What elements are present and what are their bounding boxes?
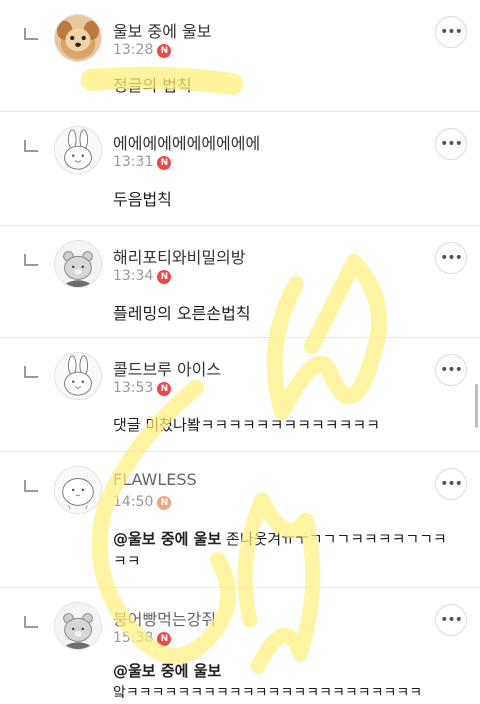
comment-item: 울보 중에 울보 13:28 N 정글의 법칙 ••• [0, 0, 480, 112]
new-badge: N [157, 270, 172, 284]
reply-arrow-icon [24, 140, 38, 152]
comment-time: 15:38 [113, 630, 154, 646]
avatar[interactable] [54, 240, 102, 288]
new-badge: N [157, 496, 172, 510]
avatar[interactable] [54, 466, 102, 514]
avatar[interactable] [54, 352, 102, 400]
comment-item: 붕어빵먹는강쥐 15:38 N @울보 중에 울보 앜ㅋㅋㅋㅋㅋㅋㅋㅋㅋㅋㅋㅋㅋㅋ… [0, 588, 480, 704]
comment-text-line2: 앜ㅋㅋㅋㅋㅋㅋㅋㅋㅋㅋㅋㅋㅋㅋㅋㅋㅋㅋㅋㅋㅋㅋㅋ [113, 685, 423, 701]
puppy-photo-icon [55, 15, 101, 61]
reply-arrow-icon [24, 254, 38, 266]
avatar[interactable] [54, 602, 102, 650]
comment-author[interactable]: 해리포티와비밀의방 [113, 244, 245, 268]
more-options-button[interactable]: ••• [435, 128, 467, 160]
comment-meta: 13:31 N [113, 154, 172, 170]
comment-text-line2: ㅋㅋ [113, 552, 141, 570]
comment-meta: 14:50 N [113, 494, 172, 510]
comment-author[interactable]: 붕어빵먹는강쥐 [113, 606, 216, 630]
comment-item: 콜드브루 아이스 13:53 N 댓글 미쳤나봨ㅋㅋㅋㅋㅋㅋㅋㅋㅋㅋㅋㅋㅋ ••• [0, 338, 480, 452]
mention-link[interactable]: @울보 중에 울보 [113, 662, 221, 680]
comment-time: 13:34 [113, 268, 154, 284]
blob-default-icon [55, 467, 101, 513]
comment-author[interactable]: 콜드브루 아이스 [113, 356, 221, 380]
comment-text: 플레밍의 오른손법칙 [113, 304, 251, 323]
comment-meta: 13:28 N [113, 42, 172, 58]
mention-link[interactable]: @울보 중에 울보 [113, 530, 221, 548]
reply-arrow-icon [24, 366, 38, 378]
avatar[interactable] [54, 14, 102, 62]
avatar[interactable] [54, 126, 102, 174]
more-options-button[interactable]: ••• [435, 468, 467, 500]
more-options-button[interactable]: ••• [435, 16, 467, 48]
comment-item: 해리포티와비밀의방 13:34 N 플레밍의 오른손법칙 ••• [0, 226, 480, 338]
new-badge: N [157, 632, 172, 646]
comment-time: 13:28 [113, 42, 154, 58]
comment-text: @울보 중에 울보 존나웃겨ㅠㅜㄱㄱㄱㅋㅋㅋㅋㄱㄱㅋ [113, 528, 447, 549]
comment-meta: 15:38 N [113, 630, 172, 646]
new-badge: N [157, 156, 172, 170]
comment-text: 댓글 미쳤나봨ㅋㅋㅋㅋㅋㅋㅋㅋㅋㅋㅋㅋㅋ [113, 416, 380, 434]
comment-author[interactable]: 에에에에에에에에에에 [113, 130, 260, 154]
reply-arrow-icon [24, 616, 38, 628]
comment-meta: 13:34 N [113, 268, 172, 284]
bear-default-icon [55, 241, 101, 287]
reply-arrow-icon [24, 28, 38, 40]
comment-meta: 13:53 N [113, 380, 172, 396]
comment-text: 정글의 법칙 [113, 76, 192, 95]
more-options-button[interactable]: ••• [435, 242, 467, 274]
more-options-button[interactable]: ••• [435, 354, 467, 386]
comment-text: @울보 중에 울보 [113, 660, 221, 681]
comment-time: 13:53 [113, 380, 154, 396]
comment-item: FLAWLESS 14:50 N @울보 중에 울보 존나웃겨ㅠㅜㄱㄱㄱㅋㅋㅋㅋㄱ… [0, 452, 480, 588]
reply-arrow-icon [24, 480, 38, 492]
new-badge: N [157, 382, 172, 396]
comment-time: 14:50 [113, 494, 154, 510]
new-badge: N [157, 44, 172, 58]
comment-time: 13:31 [113, 154, 154, 170]
rabbit-default-icon [55, 353, 101, 399]
comment-text: 두음법칙 [113, 190, 172, 209]
comment-text-line1: 존나웃겨ㅠㅜㄱㄱㄱㅋㅋㅋㅋㄱㄱㅋ [226, 530, 447, 548]
comment-author[interactable]: FLAWLESS [113, 470, 197, 489]
scrollbar[interactable] [475, 384, 478, 428]
bear-default-icon [55, 603, 101, 649]
more-options-button[interactable]: ••• [435, 604, 467, 636]
comment-item: 에에에에에에에에에에 13:31 N 두음법칙 ••• [0, 112, 480, 226]
rabbit-default-icon [55, 127, 101, 173]
comment-author[interactable]: 울보 중에 울보 [113, 18, 212, 42]
